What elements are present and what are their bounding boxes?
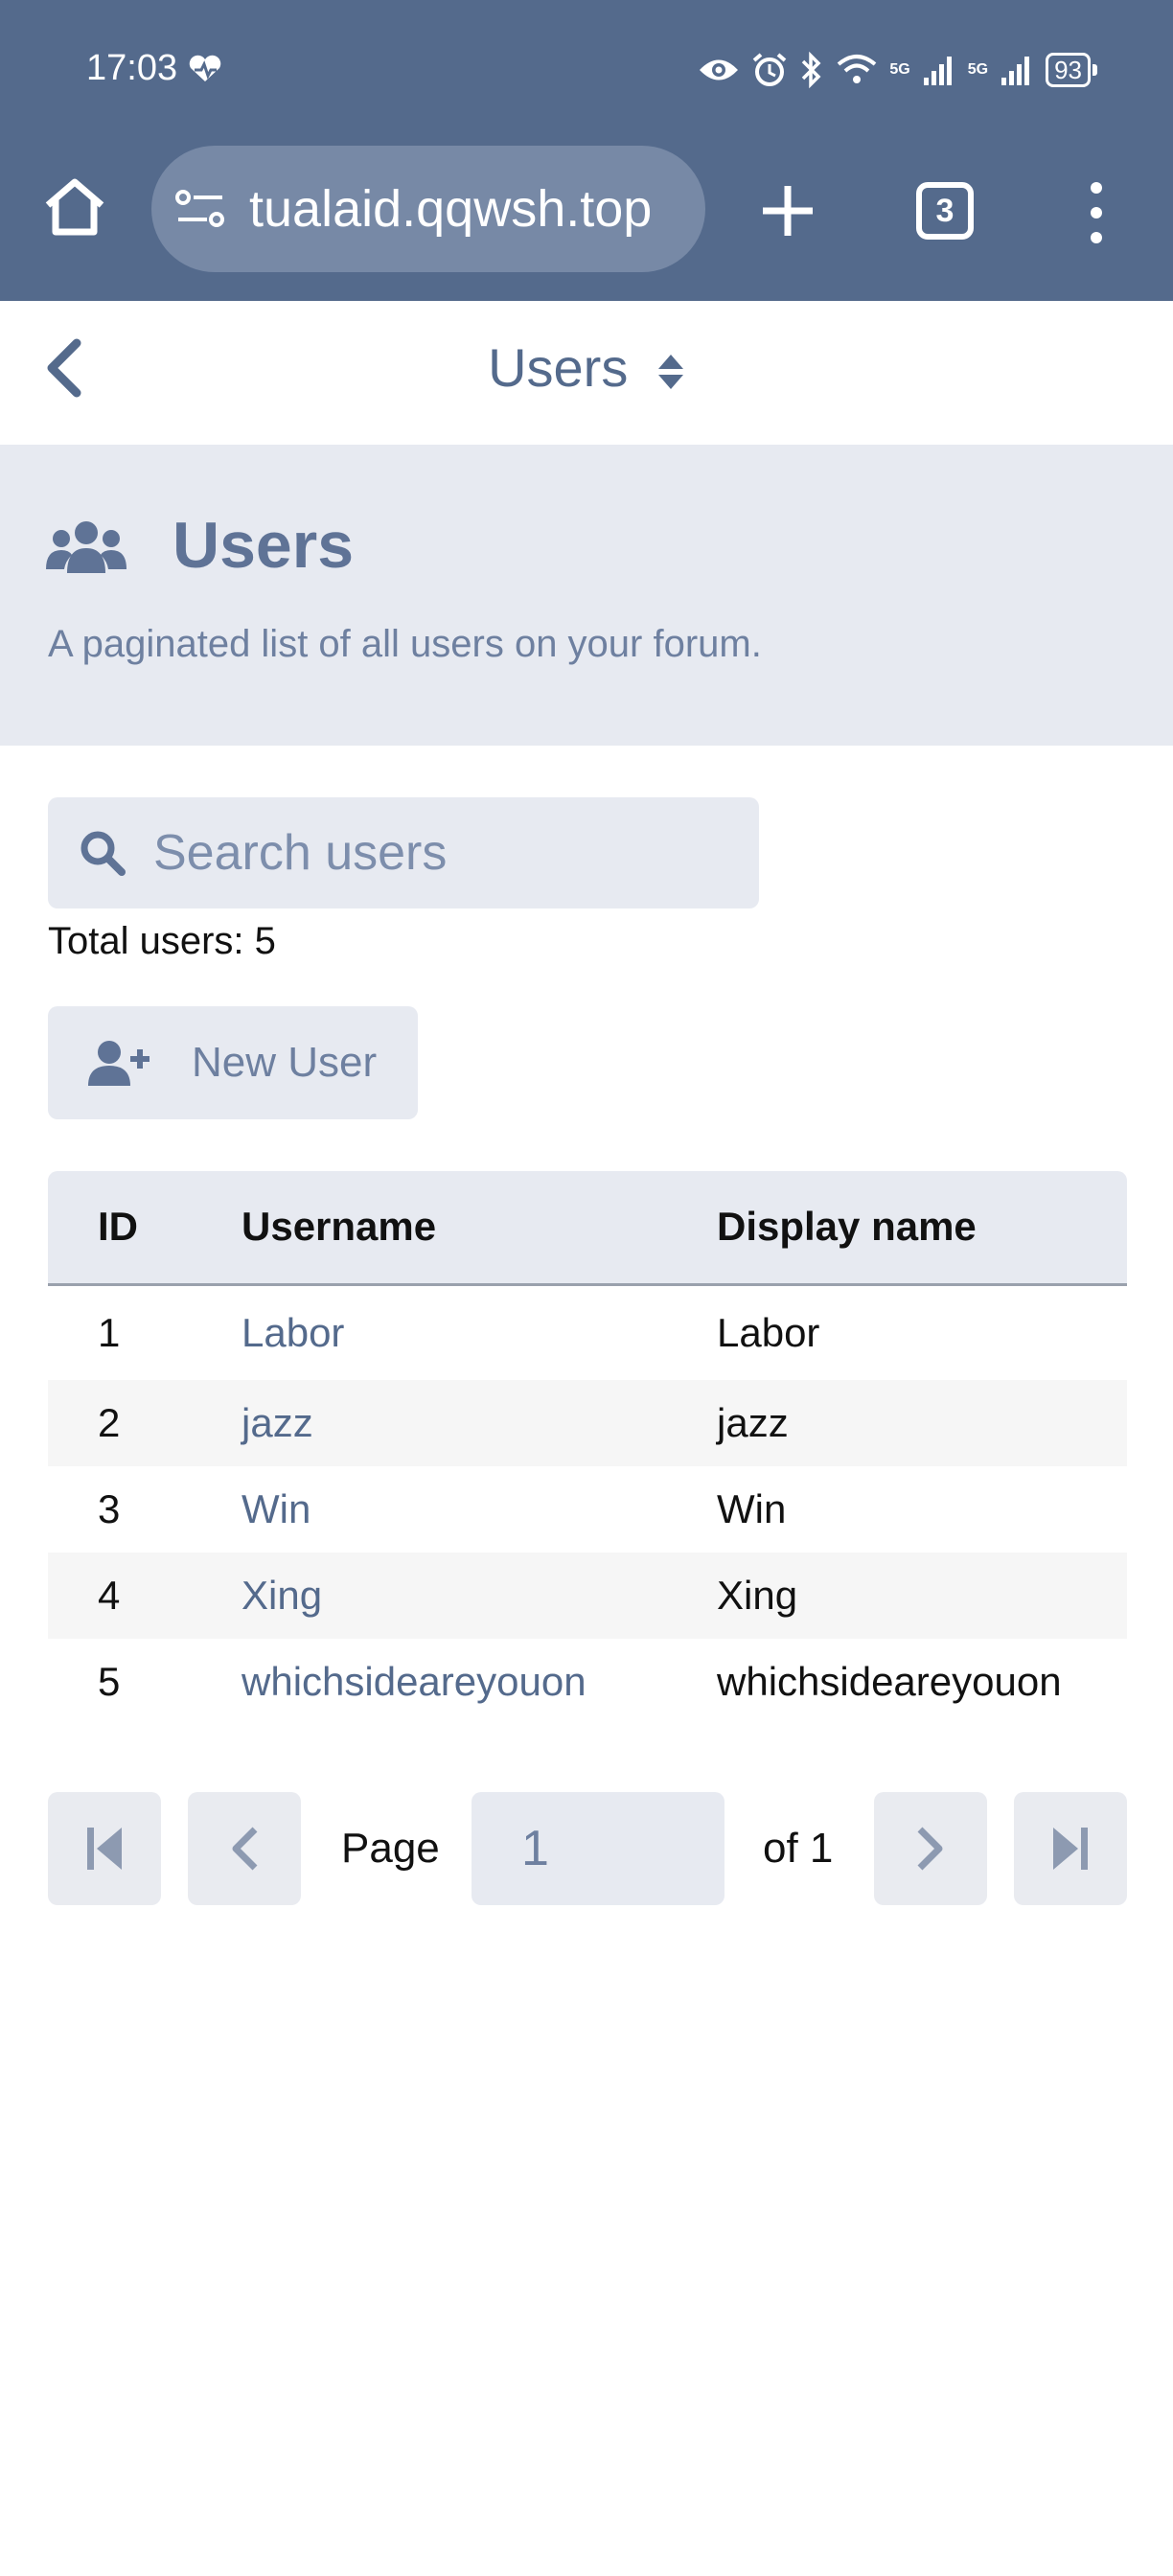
home-icon[interactable] (42, 174, 107, 240)
network-type-label: 5G (889, 61, 910, 78)
table-row: 4 Xing Xing (48, 1552, 1127, 1639)
search-box[interactable] (48, 797, 759, 908)
table-row: 1 Labor Labor (48, 1284, 1127, 1380)
network-type-label-2: 5G (967, 61, 989, 78)
table-row: 2 jazz jazz (48, 1380, 1127, 1466)
user-id-cell: 2 (48, 1380, 242, 1466)
display-name-cell: whichsideareyouon (717, 1659, 1062, 1704)
page-switcher[interactable]: Users (0, 337, 1173, 399)
status-time: 17:03 (86, 48, 178, 88)
total-users-count: Total users: 5 (48, 920, 276, 962)
first-page-button[interactable] (48, 1792, 161, 1905)
column-header-id: ID (48, 1171, 242, 1286)
user-id-cell: 4 (48, 1552, 242, 1639)
search-icon (80, 831, 126, 876)
page-description: A paginated list of all users on your fo… (48, 623, 762, 665)
site-settings-icon[interactable] (174, 188, 226, 230)
column-header-display-name: Display name (717, 1171, 1127, 1286)
table-header-row: ID Username Display name (48, 1171, 1127, 1286)
username-cell: Labor (242, 1284, 717, 1380)
eye-icon (700, 59, 739, 80)
first-page-icon (87, 1828, 122, 1870)
display-name-cell: Labor (717, 1309, 820, 1355)
username-cell: whichsideareyouon (242, 1639, 717, 1725)
wifi-icon (838, 55, 877, 83)
username-link[interactable]: Labor (242, 1310, 344, 1355)
users-group-icon (46, 521, 126, 573)
sort-icon (657, 355, 683, 390)
user-id-cell: 3 (98, 1486, 121, 1531)
user-id-cell: 1 (98, 1309, 121, 1355)
username-cell: Xing (242, 1552, 717, 1639)
page-title: Users (172, 509, 355, 582)
bluetooth-icon (802, 51, 821, 89)
status-icons: 5G 5G 93 (698, 48, 1097, 92)
signal-icon (923, 57, 952, 85)
username-link[interactable]: Win (242, 1486, 310, 1531)
search-input[interactable] (153, 824, 728, 882)
status-bar-clock: 17:03 (86, 48, 223, 89)
new-user-label: New User (192, 1039, 378, 1086)
column-header-username: Username (242, 1171, 717, 1286)
user-plus-icon (88, 1041, 150, 1086)
chevron-right-icon (917, 1827, 943, 1871)
pagination: Page of 1 (48, 1792, 1127, 1905)
new-user-button[interactable]: New User (48, 1006, 418, 1119)
prev-page-button[interactable] (188, 1792, 301, 1905)
user-id-cell: 5 (98, 1659, 121, 1704)
username-cell: Win (242, 1466, 717, 1552)
browser-top-bar: 17:03 5G 5G 93 tualaid.qqwsh.top 3 (0, 0, 1173, 301)
table-row: 3 Win Win (48, 1466, 1127, 1552)
tab-switcher-button[interactable]: 3 (916, 182, 974, 240)
new-tab-icon[interactable] (757, 180, 818, 242)
page-hero (0, 445, 1173, 746)
page-number-input[interactable] (472, 1792, 724, 1905)
username-link[interactable]: whichsideareyouon (242, 1659, 586, 1704)
signal-icon-2 (1001, 57, 1030, 85)
username-link[interactable]: jazz (242, 1400, 313, 1445)
last-page-button[interactable] (1014, 1792, 1127, 1905)
more-menu-icon[interactable] (1077, 178, 1116, 247)
last-page-icon (1053, 1828, 1088, 1870)
display-name-cell: Xing (717, 1552, 1127, 1639)
display-name-cell: Win (717, 1486, 787, 1531)
page-total-label: of 1 (763, 1825, 834, 1872)
page-switcher-label: Users (488, 337, 629, 398)
page-label: Page (341, 1825, 440, 1872)
users-table: ID Username Display name 1 Labor Labor 2… (48, 1171, 1127, 1725)
username-cell: jazz (242, 1380, 717, 1466)
url-text[interactable]: tualaid.qqwsh.top (249, 179, 652, 239)
address-bar[interactable]: tualaid.qqwsh.top (151, 146, 705, 272)
username-link[interactable]: Xing (242, 1573, 322, 1618)
alarm-icon (753, 53, 787, 86)
display-name-cell: jazz (717, 1380, 1127, 1466)
battery-indicator: 93 (1046, 53, 1097, 87)
chevron-left-icon (232, 1827, 258, 1871)
next-page-button[interactable] (874, 1792, 987, 1905)
tab-count: 3 (935, 192, 954, 229)
table-row: 5 whichsideareyouon whichsideareyouon (48, 1639, 1127, 1725)
heart-pulse-icon (189, 55, 221, 81)
